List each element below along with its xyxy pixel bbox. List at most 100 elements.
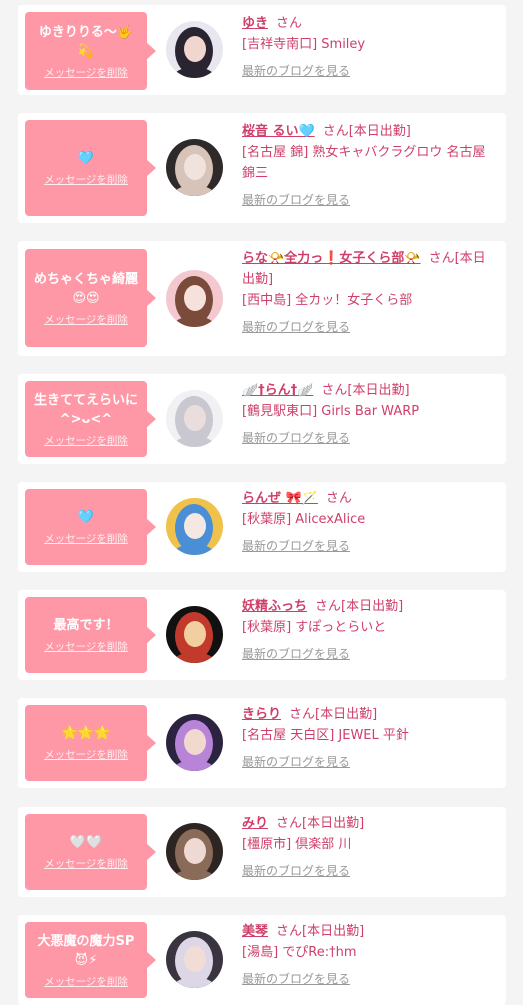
- honorific: さん: [315, 599, 342, 614]
- message-bubble: 🩵 メッセージを削除: [25, 120, 156, 216]
- latest-blog-link[interactable]: 最新のブログを見る: [242, 969, 498, 990]
- shop-name: [名古屋 錦] 熟女キャバクラグロウ 名古屋錦三: [242, 145, 486, 181]
- message-text: 🤍🤍: [69, 835, 103, 850]
- latest-blog-link[interactable]: 最新のブログを見る: [242, 644, 498, 665]
- message-bubble: ゆきりりる〜🤟 💫 メッセージを削除: [25, 12, 156, 90]
- message-text: 最高です！: [53, 618, 119, 633]
- delete-message-link[interactable]: メッセージを削除: [25, 747, 147, 762]
- latest-blog-link[interactable]: 最新のブログを見る: [242, 317, 498, 338]
- message-text: 🌟🌟🌟: [61, 726, 111, 741]
- avatar[interactable]: [166, 139, 223, 196]
- message-card: ゆきりりる〜🤟 💫 メッセージを削除 ゆき さん [吉祥寺南口] Smiley 最新のブロ…: [18, 5, 506, 95]
- cast-name-link[interactable]: 妖精ふっち: [242, 599, 307, 614]
- honorific: さん: [276, 816, 303, 831]
- message-text: 生きててえらいに ^>ᴗ<^: [33, 392, 138, 427]
- name-line: みり さん[本日出勤]: [242, 813, 498, 834]
- avatar[interactable]: [166, 714, 223, 771]
- message-bubble: 最高です！ メッセージを削除: [25, 597, 156, 673]
- message-text: めちゃくちゃ綺麗 😍😍: [33, 271, 138, 306]
- honorific: さん: [325, 491, 352, 506]
- avatar-photo: [166, 390, 223, 447]
- avatar[interactable]: [166, 390, 223, 447]
- message-bubble: 🤍🤍 メッセージを削除: [25, 814, 156, 890]
- avatar-photo: [166, 270, 223, 327]
- name-line: 美琴 さん[本日出勤]: [242, 921, 498, 942]
- message-card: 🩵 メッセージを削除 らんぜ 🎀🪄 さん [秋葉原] AlicexAlice 最新のブログ…: [18, 482, 506, 572]
- latest-blog-link[interactable]: 最新のブログを見る: [242, 61, 498, 82]
- delete-message-link[interactable]: メッセージを削除: [25, 531, 147, 546]
- latest-blog-link[interactable]: 最新のブログを見る: [242, 861, 498, 882]
- message-text: 🩵: [77, 510, 95, 525]
- shop-name: [吉祥寺南口] Smiley: [242, 37, 366, 52]
- message-text: ゆきりりる〜🤟 💫: [38, 24, 134, 59]
- delete-message-link[interactable]: メッセージを削除: [25, 433, 147, 448]
- profile-info: みり さん[本日出勤] [橿原市] 倶楽部 川最新のブログを見る: [242, 813, 498, 882]
- avatar-photo: [166, 931, 223, 988]
- message-card: 生きててえらいに ^>ᴗ<^ メッセージを削除 🪽†らん†🪽 さん[本日出勤] [鶴見駅…: [18, 374, 506, 464]
- message-text: 🩵: [77, 151, 95, 166]
- delete-message-link[interactable]: メッセージを削除: [25, 856, 147, 871]
- cast-name-link[interactable]: 桜音 るい🩵: [242, 124, 315, 139]
- shop-name: [湯島] でぴRe:†hm: [242, 945, 357, 960]
- avatar[interactable]: [166, 931, 223, 988]
- status-badge: [本日出勤]: [302, 816, 365, 831]
- message-bubble: 生きててえらいに ^>ᴗ<^ メッセージを削除: [25, 381, 156, 457]
- avatar-photo: [166, 606, 223, 663]
- profile-info: 🪽†らん†🪽 さん[本日出勤] [鶴見駅東口] Girls Bar WARP 最新のブ…: [242, 380, 498, 449]
- cast-name-link[interactable]: らな📯全力っ❗️女子くら部📯: [242, 251, 421, 266]
- profile-info: らんぜ 🎀🪄 さん [秋葉原] AlicexAlice 最新のブログを見る: [242, 488, 498, 557]
- cast-name-link[interactable]: きらり: [242, 707, 281, 722]
- shop-name: [西中島] 全カッ！女子くら部: [242, 293, 413, 308]
- status-badge: [本日出勤]: [347, 383, 410, 398]
- status-badge: [本日出勤]: [315, 707, 378, 722]
- shop-name: [鶴見駅東口] Girls Bar WARP: [242, 404, 420, 419]
- cast-name-link[interactable]: 美琴: [242, 924, 268, 939]
- name-line: 妖精ふっち さん[本日出勤]: [242, 596, 498, 617]
- latest-blog-link[interactable]: 最新のブログを見る: [242, 536, 498, 557]
- honorific: さん: [276, 16, 303, 31]
- avatar[interactable]: [166, 606, 223, 663]
- message-bubble: 大悪魔の魔力SP 😈⚡ メッセージを削除: [25, 922, 156, 998]
- latest-blog-link[interactable]: 最新のブログを見る: [242, 752, 498, 773]
- name-line: 桜音 るい🩵 さん[本日出勤]: [242, 121, 498, 142]
- message-bubble: 🩵 メッセージを削除: [25, 489, 156, 565]
- profile-info: きらり さん[本日出勤] [名古屋 天白区] JEWEL 平針最新のブログを見る: [242, 704, 498, 773]
- message-bubble: 🌟🌟🌟 メッセージを削除: [25, 705, 156, 781]
- avatar-photo: [166, 139, 223, 196]
- profile-info: 妖精ふっち さん[本日出勤] [秋葉原] すぽっとらいと 最新のブログを見る: [242, 596, 498, 665]
- name-line: らな📯全力っ❗️女子くら部📯 さん[本日出勤]: [242, 248, 498, 290]
- status-badge: [本日出勤]: [341, 599, 404, 614]
- avatar[interactable]: [166, 498, 223, 555]
- honorific: さん: [289, 707, 316, 722]
- cast-name-link[interactable]: ゆき: [242, 16, 268, 31]
- delete-message-link[interactable]: メッセージを削除: [25, 312, 147, 327]
- delete-message-link[interactable]: メッセージを削除: [25, 639, 147, 654]
- delete-message-link[interactable]: メッセージを削除: [25, 172, 147, 187]
- profile-info: ゆき さん [吉祥寺南口] Smiley 最新のブログを見る: [242, 13, 498, 82]
- profile-info: らな📯全力っ❗️女子くら部📯 さん[本日出勤] [西中島] 全カッ！女子くら部最新の…: [242, 248, 498, 338]
- status-badge: [本日出勤]: [348, 124, 411, 139]
- message-text: 大悪魔の魔力SP 😈⚡: [37, 933, 135, 968]
- cast-name-link[interactable]: みり: [242, 816, 268, 831]
- shop-name: [名古屋 天白区] JEWEL 平針: [242, 728, 409, 743]
- message-card: めちゃくちゃ綺麗 😍😍 メッセージを削除 らな📯全力っ❗️女子くら部📯 さん[本日出勤…: [18, 241, 506, 356]
- avatar-photo: [166, 21, 223, 78]
- honorific: さん: [322, 124, 349, 139]
- cast-name-link[interactable]: 🪽†らん†🪽: [242, 383, 313, 398]
- avatar[interactable]: [166, 823, 223, 880]
- honorific: さん: [276, 924, 303, 939]
- avatar[interactable]: [166, 270, 223, 327]
- name-line: 🪽†らん†🪽 さん[本日出勤]: [242, 380, 498, 401]
- latest-blog-link[interactable]: 最新のブログを見る: [242, 190, 498, 211]
- message-card: 最高です！ メッセージを削除 妖精ふっち さん[本日出勤] [秋葉原] すぽっとらいと最…: [18, 590, 506, 680]
- delete-message-link[interactable]: メッセージを削除: [25, 974, 147, 989]
- shop-name: [秋葉原] AlicexAlice: [242, 512, 366, 527]
- avatar[interactable]: [166, 21, 223, 78]
- status-badge: [本日出勤]: [302, 924, 365, 939]
- cast-name-link[interactable]: らんぜ 🎀🪄: [242, 491, 318, 506]
- message-bubble: めちゃくちゃ綺麗 😍😍 メッセージを削除: [25, 249, 156, 347]
- latest-blog-link[interactable]: 最新のブログを見る: [242, 428, 498, 449]
- message-card: 🤍🤍 メッセージを削除 みり さん[本日出勤] [橿原市] 倶楽部 川最新のブログを見る: [18, 807, 506, 897]
- delete-message-link[interactable]: メッセージを削除: [25, 65, 147, 80]
- profile-info: 桜音 るい🩵 さん[本日出勤] [名古屋 錦] 熟女キャバクラグロウ 名古屋錦三最新…: [242, 121, 498, 211]
